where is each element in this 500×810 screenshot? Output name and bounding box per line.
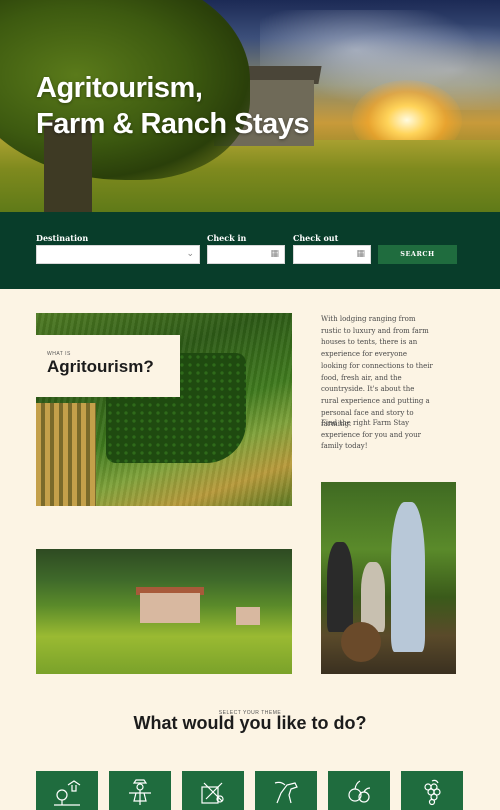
destination-label: Destination — [36, 233, 89, 243]
search-button[interactable]: SEARCH — [378, 245, 457, 264]
person-3 — [391, 502, 425, 652]
chevron-down-icon: ⌄ — [186, 249, 194, 259]
about-paragraph-1: With lodging ranging from rustic to luxu… — [321, 315, 433, 429]
people-picnic-image — [321, 482, 456, 674]
hero-banner: Agritourism, Farm & Ranch Stays — [0, 0, 500, 212]
about-card: WHAT IS Agritourism? — [36, 335, 180, 397]
theme-tile-winery[interactable] — [401, 771, 463, 810]
horse-ranch-icon — [274, 781, 298, 804]
garden-tools-icon — [201, 782, 224, 804]
calendar-icon: ▦ — [356, 249, 365, 259]
calendar-icon: ▦ — [270, 249, 279, 259]
farm-tree-icon — [54, 780, 81, 806]
theme-tile-ranch[interactable] — [255, 771, 317, 810]
checkin-field[interactable]: ▦ — [207, 245, 285, 264]
theme-tile-scarecrow[interactable] — [109, 771, 171, 810]
theme-tile-gardening[interactable] — [182, 771, 244, 810]
villa-small — [236, 607, 260, 625]
about-paragraph-2: Find the right Farm Stay experience for … — [321, 419, 421, 451]
checkin-label: Check in — [207, 233, 247, 243]
theme-tile-produce[interactable] — [328, 771, 390, 810]
villa — [140, 593, 200, 623]
person-1 — [327, 542, 353, 632]
vineyard-villa-image — [36, 549, 292, 674]
destination-select[interactable]: ⌄ — [36, 245, 200, 264]
themes-heading: What would you like to do? — [133, 713, 367, 733]
about-heading: Agritourism? — [47, 357, 154, 376]
theme-tile-farm[interactable] — [36, 771, 98, 810]
scarecrow-icon — [129, 779, 151, 805]
hero-title: Agritourism, Farm & Ranch Stays — [36, 70, 310, 142]
hero-title-line1: Agritourism, — [36, 72, 203, 104]
hero-title-line2: Farm & Ranch Stays — [36, 108, 310, 140]
grapes-icon — [424, 779, 441, 806]
crop-stripes — [36, 403, 96, 506]
checkout-label: Check out — [293, 233, 339, 243]
checkout-field[interactable]: ▦ — [293, 245, 371, 264]
tree-stump — [341, 622, 381, 662]
vegetables-icon — [348, 780, 371, 803]
